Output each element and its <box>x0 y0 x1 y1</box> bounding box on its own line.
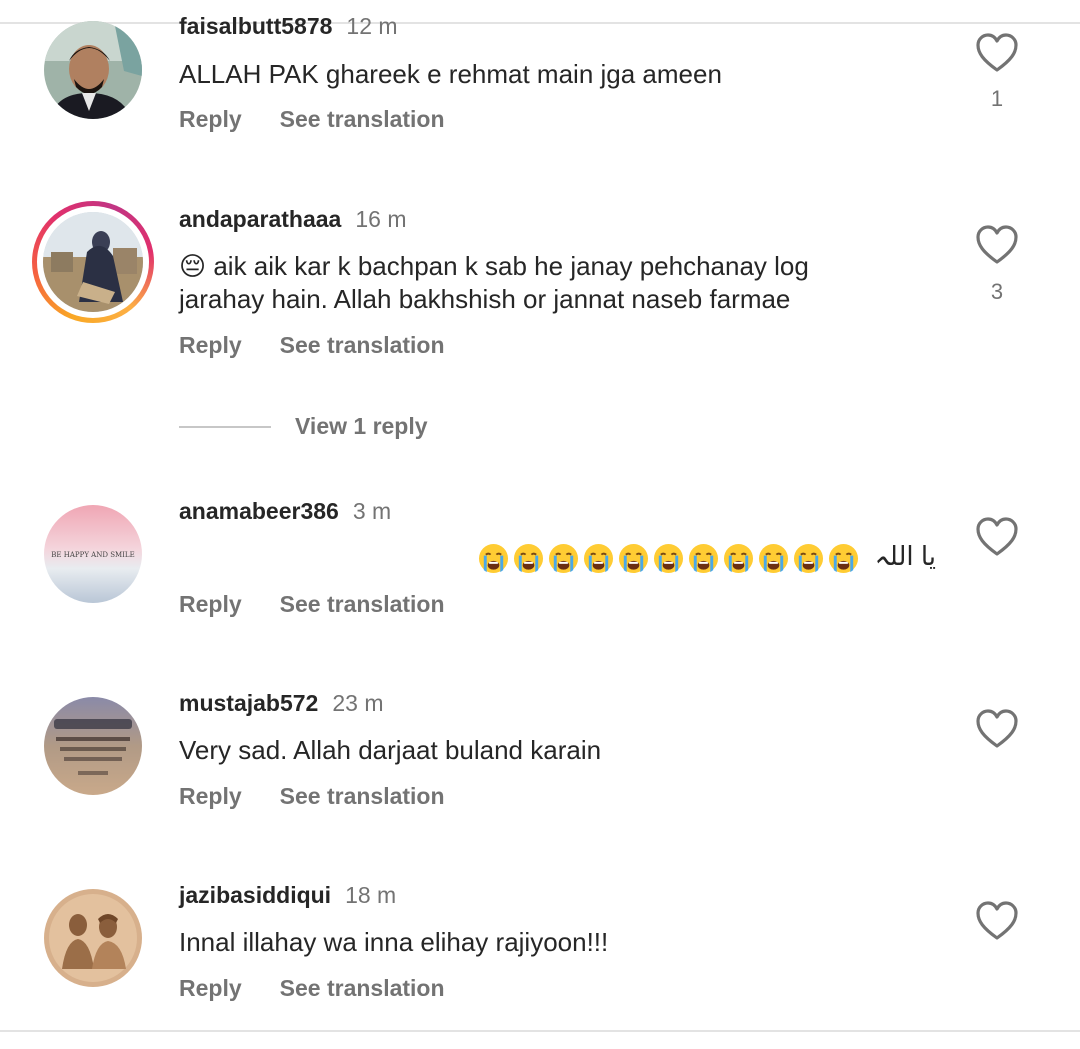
crying-face-emoji <box>828 543 859 574</box>
like-count: 3 <box>990 279 1004 304</box>
comment-username[interactable]: mustajab572 <box>179 690 318 716</box>
reply-button[interactable]: Reply <box>179 975 242 1001</box>
reply-button[interactable]: Reply <box>179 106 242 132</box>
reply-button[interactable]: Reply <box>179 591 242 617</box>
crying-face-emoji <box>758 543 789 574</box>
crying-face-emoji <box>688 543 719 574</box>
view-replies-button[interactable]: View 1 reply <box>179 413 428 440</box>
see-translation-button[interactable]: See translation <box>280 975 445 1001</box>
reply-button[interactable]: Reply <box>179 783 242 809</box>
comment-text: 😔 aik aik kar k bachpan k sab he janay p… <box>179 250 899 315</box>
avatar[interactable] <box>44 697 142 795</box>
comment-username[interactable]: andaparathaaa <box>179 206 341 232</box>
comment-timestamp: 3 m <box>352 498 392 524</box>
crying-face-emoji <box>618 543 649 574</box>
pensive-face-emoji: 😔 <box>179 252 207 282</box>
comment-timestamp: 16 m <box>355 206 407 232</box>
see-translation-button[interactable]: See translation <box>280 591 445 617</box>
comment-timestamp: 18 m <box>345 882 397 908</box>
comments-screen: faisalbutt5878 12 m ALLAH PAK ghareek e r… <box>0 0 1080 1049</box>
top-divider <box>0 22 1080 24</box>
comment-timestamp: 12 m <box>346 13 398 39</box>
comment-text-line2: jarahay hain. Allah bakhshish or jannat … <box>179 284 791 314</box>
view-replies-label: View 1 reply <box>295 413 428 439</box>
comment-text: Very sad. Allah darjaat buland karain <box>179 735 602 765</box>
avatar-story-ring[interactable] <box>32 201 154 323</box>
see-translation-button[interactable]: See translation <box>280 783 445 809</box>
crying-face-emoji <box>653 543 684 574</box>
avatar[interactable] <box>44 889 142 987</box>
bottom-divider <box>0 1030 1080 1032</box>
comment-username[interactable]: anamabeer386 <box>179 498 339 524</box>
comment-text-urdu: یا اللہ <box>874 541 936 571</box>
crying-face-emoji <box>513 543 544 574</box>
heart-outline-icon[interactable] <box>975 708 1019 750</box>
see-translation-button[interactable]: See translation <box>280 332 445 358</box>
comment-username[interactable]: jazibasiddiqui <box>179 882 331 908</box>
comment-text: Innal illahay wa inna elihay rajiyoon!!! <box>179 927 609 957</box>
avatar[interactable] <box>44 21 142 119</box>
crying-face-emoji <box>793 543 824 574</box>
heart-outline-icon[interactable] <box>975 516 1019 558</box>
comment-text: یا اللہ <box>316 540 936 574</box>
avatar-text: BE HAPPY AND SMILE <box>51 551 134 559</box>
crying-face-emoji <box>548 543 579 574</box>
heart-outline-icon[interactable] <box>975 32 1019 74</box>
replies-divider <box>179 425 271 428</box>
reply-button[interactable]: Reply <box>179 332 242 358</box>
heart-outline-icon[interactable] <box>975 224 1019 266</box>
crying-face-emoji <box>583 543 614 574</box>
avatar <box>43 212 143 312</box>
comment-timestamp: 23 m <box>332 690 384 716</box>
comment-text: ALLAH PAK ghareek e rehmat main jga amee… <box>179 59 722 89</box>
see-translation-button[interactable]: See translation <box>280 106 445 132</box>
crying-emoji-row <box>474 541 859 574</box>
crying-face-emoji <box>478 543 509 574</box>
comment-text-line1: aik aik kar k bachpan k sab he janay peh… <box>213 251 809 281</box>
crying-face-emoji <box>723 543 754 574</box>
like-count: 1 <box>990 86 1004 111</box>
comment-username[interactable]: faisalbutt5878 <box>179 13 332 39</box>
avatar[interactable]: BE HAPPY AND SMILE <box>44 505 142 603</box>
heart-outline-icon[interactable] <box>975 900 1019 942</box>
